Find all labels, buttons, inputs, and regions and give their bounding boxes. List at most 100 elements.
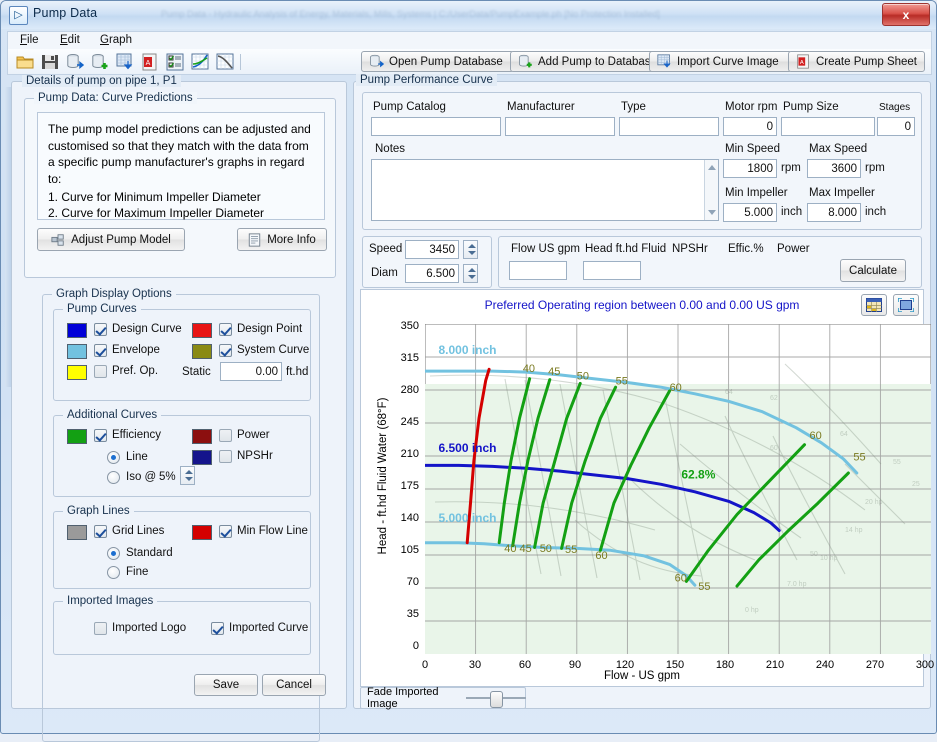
pref-op-color-swatch xyxy=(67,365,87,380)
flow-input[interactable] xyxy=(509,261,567,280)
menu-item-graph[interactable]: Graph xyxy=(96,34,136,46)
max-speed-input[interactable]: 3600 xyxy=(807,159,861,178)
curve-chart-icon[interactable] xyxy=(191,53,209,71)
svg-text:0 hp: 0 hp xyxy=(745,607,759,614)
fade-slider[interactable] xyxy=(465,691,526,708)
app-arrow-icon: ▷ xyxy=(9,6,28,25)
system-curve-checkbox[interactable] xyxy=(219,344,232,357)
toolbar-separator xyxy=(240,54,241,70)
calculate-button[interactable]: Calculate xyxy=(840,259,906,282)
notes-scrollbar[interactable] xyxy=(704,160,718,220)
more-info-button[interactable]: More Info xyxy=(237,228,327,251)
toolbar: A Open Pump Database Add Pump to Databas… xyxy=(7,49,932,75)
speed-input[interactable]: 3450 xyxy=(405,240,459,259)
head-input[interactable] xyxy=(583,261,641,280)
min-flow-line-checkbox[interactable] xyxy=(219,525,232,538)
chart-label: 5.000 inch xyxy=(438,511,496,525)
design-curve-checkbox[interactable] xyxy=(94,323,107,336)
speed-stepper[interactable] xyxy=(463,240,478,259)
import-curve-image-button[interactable]: Import Curve Image xyxy=(649,51,792,72)
motor-rpm-label: Motor rpm xyxy=(725,101,778,113)
pdf-icon: A xyxy=(797,54,809,69)
database-add-icon[interactable] xyxy=(91,53,109,71)
imported-curve-checkbox[interactable] xyxy=(211,622,224,635)
x-tick-300: 300 xyxy=(915,659,935,671)
efficiency-iso-stepper[interactable] xyxy=(180,466,195,485)
open-folder-icon[interactable] xyxy=(16,53,34,71)
import-image-icon[interactable] xyxy=(116,53,134,71)
diam-stepper[interactable] xyxy=(463,264,478,283)
efficiency-checkbox[interactable] xyxy=(94,429,107,442)
chart-label: 55 xyxy=(565,544,577,556)
notes-label: Notes xyxy=(375,143,406,155)
more-info-label: More Info xyxy=(267,233,316,246)
system-curve-label: System Curve xyxy=(237,344,310,356)
pump-catalog-input[interactable] xyxy=(371,117,501,136)
pump-size-input[interactable] xyxy=(781,117,875,136)
power-checkbox[interactable] xyxy=(219,429,232,442)
pump-performance-chart: Preferred Operating region between 0.00 … xyxy=(360,289,934,687)
motor-rpm-input[interactable]: 0 xyxy=(723,117,777,136)
pdf-icon[interactable]: A xyxy=(141,53,159,71)
stages-input[interactable]: 0 xyxy=(877,117,915,136)
svg-text:20 hp: 20 hp xyxy=(865,499,883,506)
chart-fullscreen-icon[interactable] xyxy=(893,294,919,316)
grid-lines-checkbox[interactable] xyxy=(94,525,107,538)
design-point-checkbox[interactable] xyxy=(219,323,232,336)
min-impeller-input[interactable]: 5.000 xyxy=(723,203,777,222)
npshr-checkbox[interactable] xyxy=(219,450,232,463)
system-curve-color-swatch xyxy=(192,344,212,359)
svg-text:10 hp: 10 hp xyxy=(820,555,838,562)
manufacturer-input[interactable] xyxy=(505,117,615,136)
npshr-color-swatch xyxy=(192,450,212,465)
chart-label: 55 xyxy=(853,452,865,464)
fade-imported-image-control[interactable]: Fade Imported Image xyxy=(360,686,526,710)
min-speed-input[interactable]: 1800 xyxy=(723,159,777,178)
efficiency-iso-label: Iso @ xyxy=(126,471,157,483)
import-image-icon xyxy=(657,54,671,68)
chart-label: 50 xyxy=(577,371,589,383)
curve-chart-alt-icon[interactable] xyxy=(216,53,234,71)
envelope-checkbox[interactable] xyxy=(94,344,107,357)
graph-lines-group: Graph Lines Grid Lines Min Flow Line Sta… xyxy=(53,505,311,589)
static-field[interactable]: 0.00 xyxy=(220,362,282,381)
x-tick-150: 150 xyxy=(665,659,685,671)
save-disk-icon[interactable] xyxy=(41,53,59,71)
speed-label: Speed xyxy=(369,243,403,255)
grid-standard-radio[interactable] xyxy=(107,547,120,560)
menu-item-file[interactable]: File xyxy=(16,34,43,46)
chart-title: Preferred Operating region between 0.00 … xyxy=(484,298,800,312)
create-pump-sheet-button[interactable]: A Create Pump Sheet xyxy=(788,51,925,72)
menu-item-edit[interactable]: Edit xyxy=(56,34,84,46)
design-curve-label: Design Curve xyxy=(112,323,182,335)
close-button[interactable]: x xyxy=(882,3,930,26)
y-tick-280: 280 xyxy=(400,384,419,396)
grid-fine-radio[interactable] xyxy=(107,566,120,579)
cancel-button[interactable]: Cancel xyxy=(262,674,326,696)
fade-slider-thumb[interactable] xyxy=(489,691,503,708)
efficiency-line-radio[interactable] xyxy=(107,451,120,464)
database-open-icon[interactable] xyxy=(66,53,85,71)
npshr-calc-label: NPSHr xyxy=(672,243,708,255)
type-input[interactable] xyxy=(619,117,719,136)
pref-op-checkbox[interactable] xyxy=(94,365,107,378)
save-button[interactable]: Save xyxy=(194,674,258,696)
adjust-pump-model-button[interactable]: Adjust Pump Model xyxy=(37,228,185,251)
imported-logo-checkbox[interactable] xyxy=(94,622,107,635)
chart-table-icon[interactable] xyxy=(861,294,887,316)
checklist-icon[interactable] xyxy=(166,53,184,71)
predictions-body: The pump model predictions can be adjust… xyxy=(48,122,311,186)
max-impeller-units: inch xyxy=(865,206,887,218)
efficiency-iso-radio[interactable] xyxy=(107,471,120,484)
y-tick-0: 0 xyxy=(412,640,419,652)
diam-input[interactable]: 6.500 xyxy=(405,264,459,283)
chart-label: 55 xyxy=(616,375,628,387)
max-impeller-input[interactable]: 8.000 xyxy=(807,203,861,222)
npshr-label: NPSHr xyxy=(237,450,273,462)
notes-textarea[interactable] xyxy=(371,159,719,221)
chart-label: 40 xyxy=(523,363,535,375)
max-impeller-label: Max Impeller xyxy=(809,187,875,199)
open-pump-database-button[interactable]: Open Pump Database xyxy=(361,51,514,72)
svg-text:62: 62 xyxy=(770,395,778,402)
flow-label: Flow US gpm xyxy=(511,243,581,255)
